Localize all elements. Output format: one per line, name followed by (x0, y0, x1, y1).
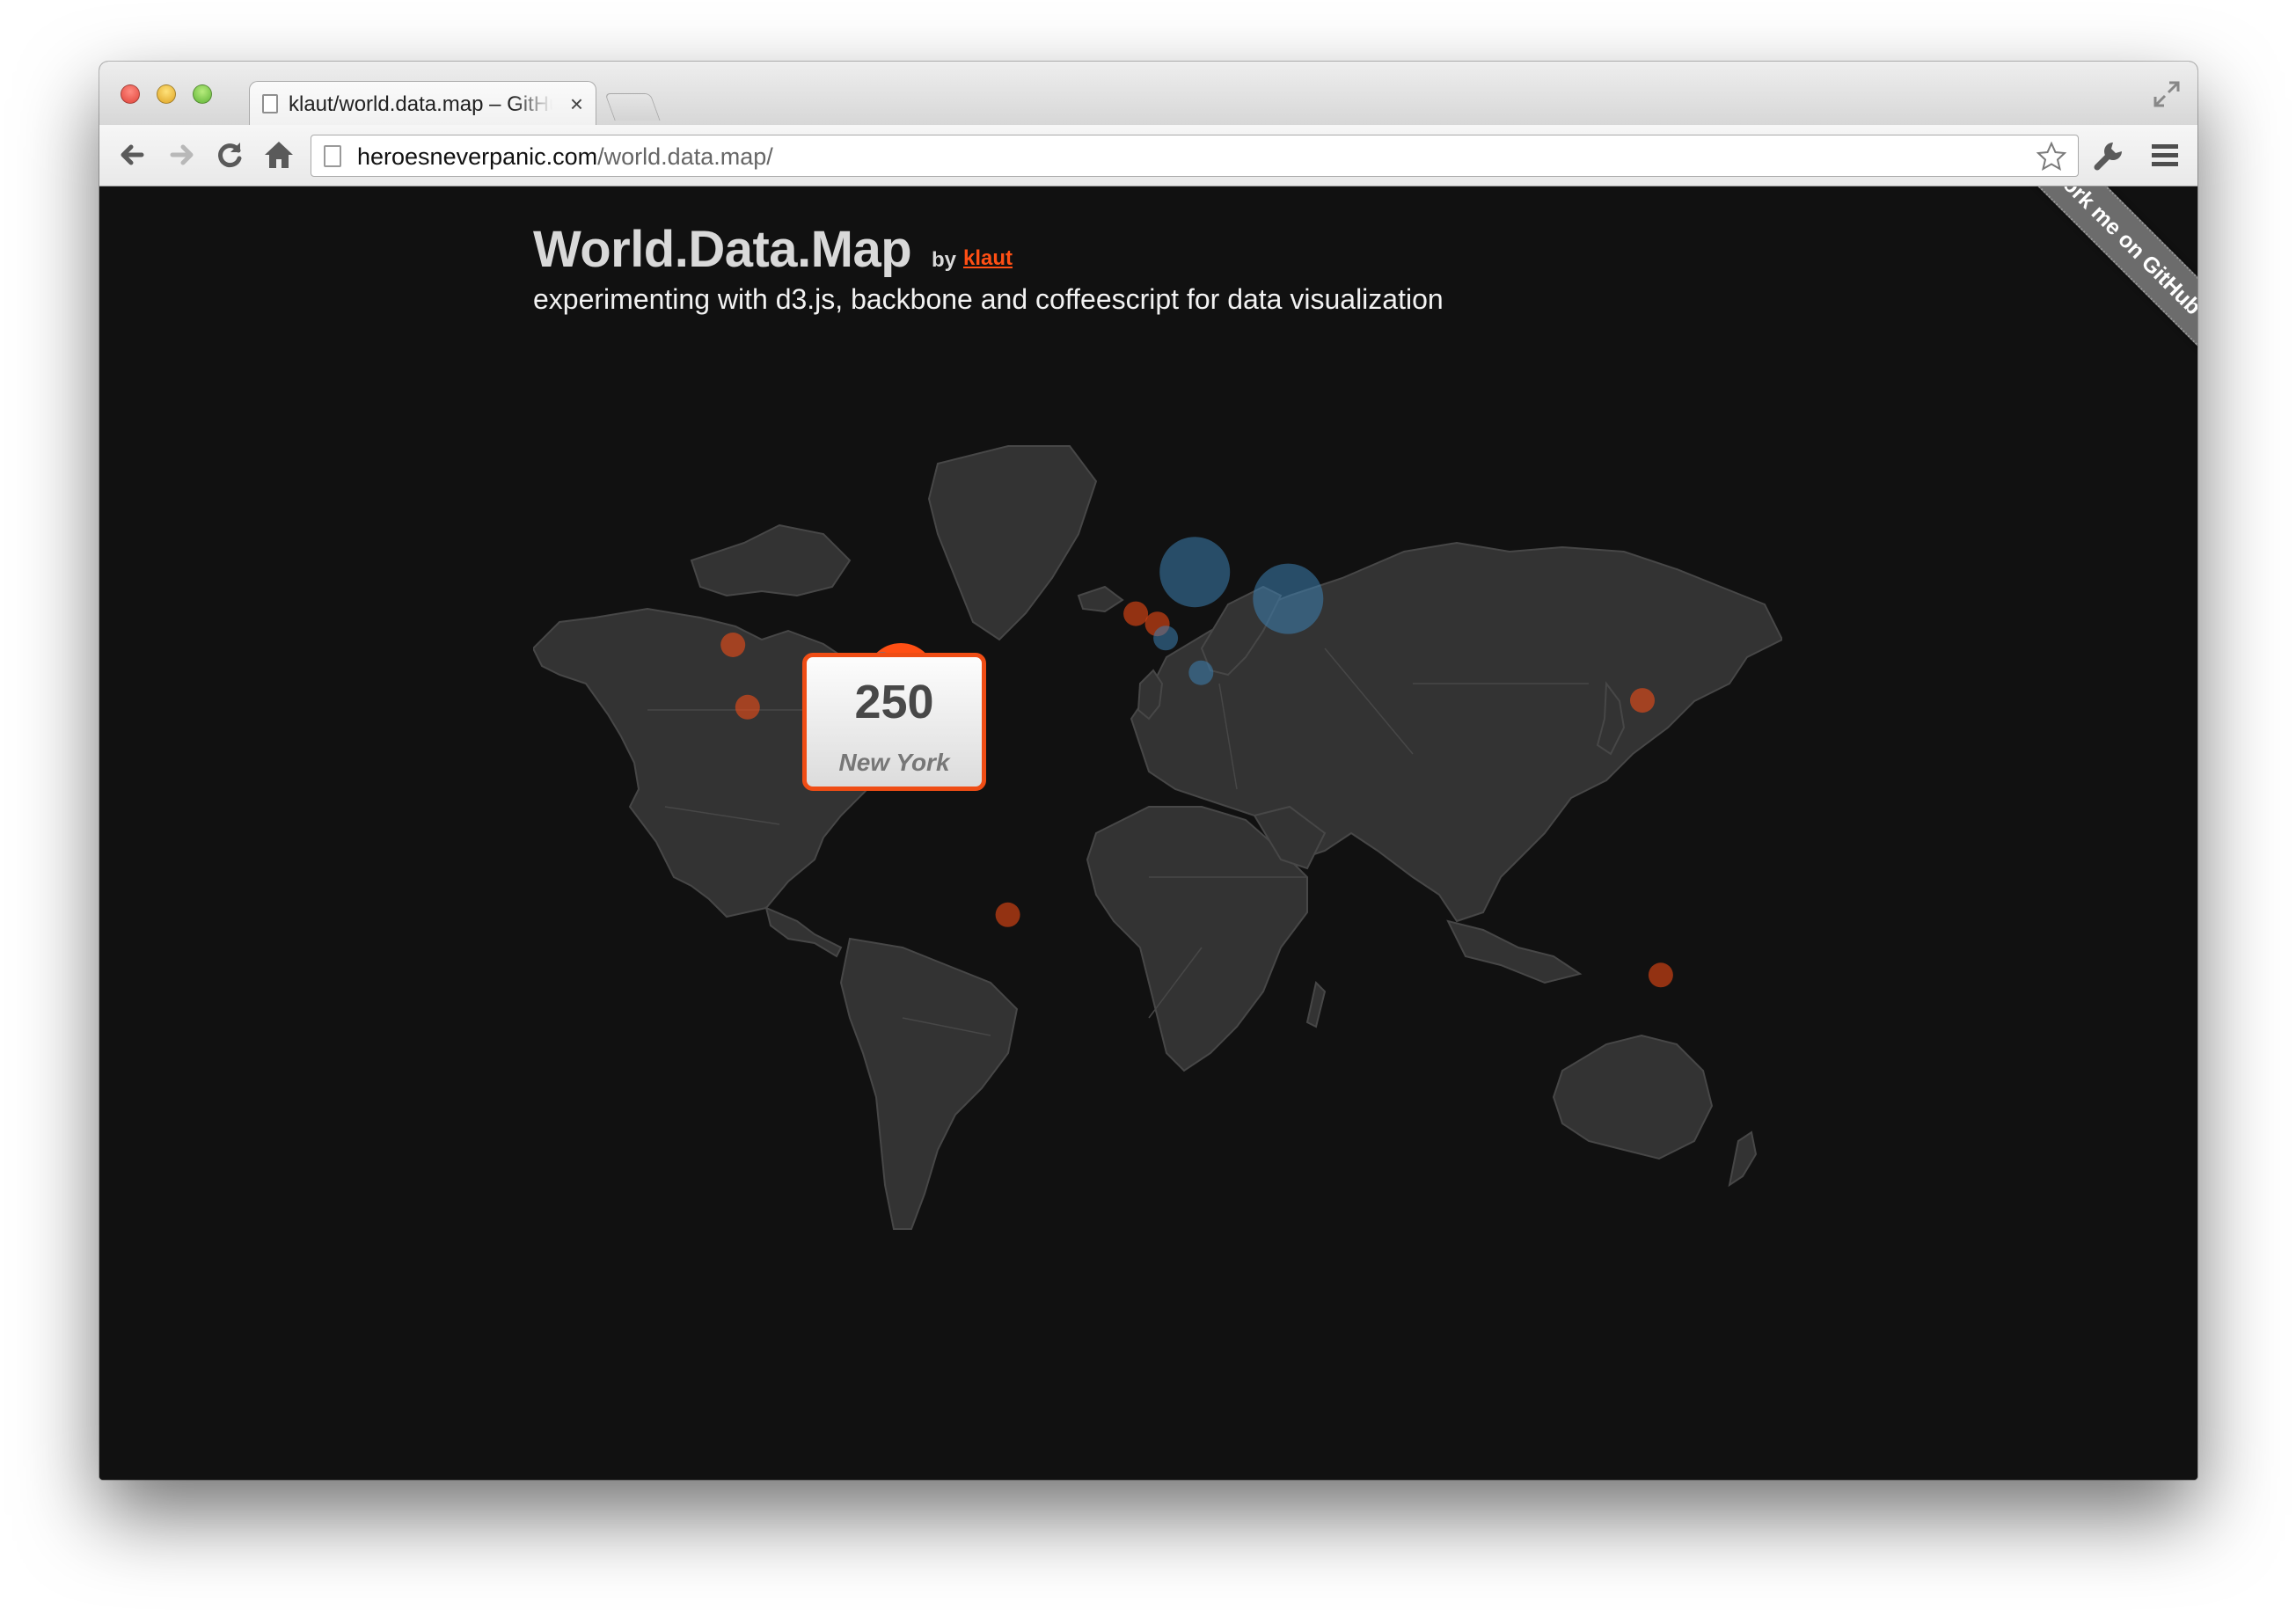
map-land-iceland (1077, 585, 1124, 613)
browser-tab[interactable]: klaut/world.data.map – GitHub × (249, 81, 596, 125)
browser-toolbar: heroesneverpanic.com/world.data.map/ (99, 125, 2197, 187)
address-bar[interactable]: heroesneverpanic.com/world.data.map/ (311, 135, 2079, 177)
tooltip-label: New York (838, 749, 950, 776)
minimize-window-button[interactable] (157, 84, 176, 104)
map-land-new-zealand (1728, 1130, 1758, 1188)
map-point-4[interactable] (995, 902, 1020, 927)
map-point-2[interactable] (720, 633, 746, 657)
url-host: heroesneverpanic.com (357, 143, 598, 170)
new-tab-button[interactable] (604, 93, 661, 121)
world-map[interactable] (533, 420, 1782, 1247)
forward-icon[interactable] (164, 137, 199, 172)
map-land-south-america (839, 937, 1019, 1230)
city-tooltip: 250 New York (802, 653, 986, 791)
map-point-11[interactable] (1630, 688, 1655, 713)
page-content: World.Data.Map by klaut experimenting wi… (99, 187, 2197, 1480)
fullscreen-icon[interactable] (2152, 79, 2182, 109)
map-point-10[interactable] (1253, 563, 1324, 634)
map-land-australia (1552, 1034, 1714, 1160)
url-text[interactable]: heroesneverpanic.com/world.data.map/ (357, 143, 773, 171)
page-subtitle: experimenting with d3.js, backbone and c… (533, 283, 1444, 315)
browser-window: klaut/world.data.map – GitHub × heroesne… (99, 62, 2197, 1480)
wrench-icon[interactable] (2092, 137, 2127, 172)
map-point-9[interactable] (1188, 660, 1214, 685)
map-land-central-america (764, 906, 843, 958)
map-point-12[interactable] (1648, 962, 1673, 988)
map-point-7[interactable] (1153, 626, 1179, 651)
file-icon (324, 145, 341, 167)
bookmark-star-icon[interactable] (2036, 141, 2067, 172)
reload-icon[interactable] (212, 137, 247, 172)
map-point-8[interactable] (1159, 537, 1231, 608)
map-point-6[interactable] (1123, 601, 1149, 626)
map-land-greenland (927, 445, 1098, 641)
map-land-southeast-asia-islands (1446, 919, 1583, 984)
ribbon-label: Fork me on GitHub (2048, 187, 2197, 320)
author-link[interactable]: klaut (963, 246, 1013, 271)
map-land-canada-islands (690, 523, 852, 597)
back-icon[interactable] (115, 137, 150, 172)
file-icon (262, 94, 278, 113)
close-window-button[interactable] (121, 84, 140, 104)
tab-title: klaut/world.data.map – GitHub (289, 92, 552, 116)
menu-icon[interactable] (2147, 137, 2183, 172)
map-land-madagascar (1305, 981, 1327, 1028)
home-icon[interactable] (261, 137, 296, 172)
zoom-window-button[interactable] (193, 84, 212, 104)
browser-titlebar: klaut/world.data.map – GitHub × (99, 62, 2197, 125)
fork-me-ribbon[interactable]: Fork me on GitHub (1978, 187, 2197, 390)
tab-close-icon[interactable]: × (570, 91, 583, 118)
tooltip-value: 250 (854, 676, 934, 728)
url-path: /world.data.map/ (597, 143, 773, 170)
map-point-1[interactable] (735, 694, 760, 720)
byline-prefix: by (932, 248, 957, 272)
page-title: World.Data.Map (533, 221, 912, 278)
